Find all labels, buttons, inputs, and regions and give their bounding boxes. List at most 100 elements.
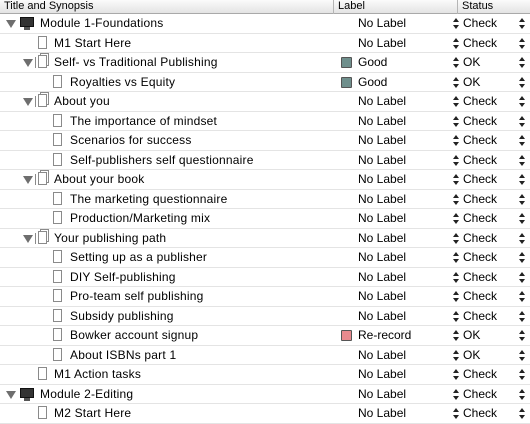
status-value[interactable]: Check <box>463 287 497 306</box>
label-value[interactable]: No Label <box>358 385 406 404</box>
label-updown-icon[interactable] <box>452 115 460 128</box>
column-header-label[interactable]: Label <box>334 0 458 14</box>
label-value[interactable]: No Label <box>358 34 406 53</box>
label-updown-icon[interactable] <box>452 290 460 303</box>
label-value[interactable]: Good <box>358 53 387 72</box>
status-value[interactable]: Check <box>463 92 497 111</box>
status-updown-icon[interactable] <box>518 134 526 147</box>
row-title[interactable]: Production/Marketing mix <box>70 209 210 228</box>
label-value[interactable]: No Label <box>358 209 406 228</box>
disclosure-triangle-icon[interactable] <box>23 98 33 106</box>
outline-row[interactable]: The marketing questionnaire No Label Check <box>0 190 530 209</box>
row-title[interactable]: About your book <box>54 170 144 189</box>
outline-row[interactable]: About your book No Label Check <box>0 170 530 190</box>
row-title[interactable]: M1 Start Here <box>54 34 131 53</box>
outline-row[interactable]: Scenarios for success No Label Check <box>0 131 530 151</box>
status-value[interactable]: Check <box>463 307 497 326</box>
status-value[interactable]: Check <box>463 151 497 170</box>
outline-row[interactable]: Setting up as a publisher No Label Check <box>0 248 530 268</box>
label-value[interactable]: No Label <box>358 92 406 111</box>
label-value[interactable]: Good <box>358 73 387 92</box>
row-title[interactable]: Royalties vs Equity <box>70 73 175 92</box>
status-updown-icon[interactable] <box>518 95 526 108</box>
status-value[interactable]: Check <box>463 112 497 131</box>
outline-row[interactable]: About ISBNs part 1 No Label OK <box>0 346 530 365</box>
outline-row[interactable]: Subsidy publishing No Label Check <box>0 307 530 326</box>
label-updown-icon[interactable] <box>452 310 460 323</box>
status-value[interactable]: Check <box>463 170 497 189</box>
status-updown-icon[interactable] <box>518 76 526 89</box>
status-value[interactable]: Check <box>463 268 497 287</box>
outline-row[interactable]: Self-publishers self questionnaire No Lab… <box>0 151 530 170</box>
status-updown-icon[interactable] <box>518 388 526 401</box>
label-updown-icon[interactable] <box>452 173 460 186</box>
label-updown-icon[interactable] <box>452 154 460 167</box>
label-value[interactable]: No Label <box>358 268 406 287</box>
outline-row[interactable]: M2 Start Here No Label Check <box>0 404 530 424</box>
status-updown-icon[interactable] <box>518 290 526 303</box>
label-value[interactable]: No Label <box>358 14 406 33</box>
status-value[interactable]: Check <box>463 229 497 248</box>
status-updown-icon[interactable] <box>518 349 526 362</box>
label-updown-icon[interactable] <box>452 232 460 245</box>
label-value[interactable]: No Label <box>358 248 406 267</box>
label-updown-icon[interactable] <box>452 76 460 89</box>
outline-row[interactable]: About you No Label Check <box>0 92 530 112</box>
status-updown-icon[interactable] <box>518 56 526 69</box>
status-value[interactable]: OK <box>463 346 480 365</box>
status-updown-icon[interactable] <box>518 251 526 264</box>
status-value[interactable]: OK <box>463 73 480 92</box>
status-value[interactable]: Check <box>463 14 497 33</box>
label-updown-icon[interactable] <box>452 56 460 69</box>
row-title[interactable]: Your publishing path <box>54 229 166 248</box>
row-title[interactable]: Subsidy publishing <box>70 307 174 326</box>
label-updown-icon[interactable] <box>452 37 460 50</box>
label-updown-icon[interactable] <box>452 251 460 264</box>
label-updown-icon[interactable] <box>452 407 460 420</box>
status-updown-icon[interactable] <box>518 37 526 50</box>
outline-row[interactable]: The importance of mindset No Label Check <box>0 112 530 131</box>
row-title[interactable]: DIY Self-publishing <box>70 268 176 287</box>
row-title[interactable]: Setting up as a publisher <box>70 248 207 267</box>
label-value[interactable]: No Label <box>358 112 406 131</box>
label-updown-icon[interactable] <box>452 368 460 381</box>
label-value[interactable]: Re-record <box>358 326 411 345</box>
status-value[interactable]: Check <box>463 385 497 404</box>
status-updown-icon[interactable] <box>518 271 526 284</box>
label-value[interactable]: No Label <box>358 365 406 384</box>
status-value[interactable]: Check <box>463 209 497 228</box>
status-value[interactable]: Check <box>463 190 497 209</box>
status-updown-icon[interactable] <box>518 310 526 323</box>
status-updown-icon[interactable] <box>518 232 526 245</box>
label-value[interactable]: No Label <box>358 190 406 209</box>
outline-row[interactable]: Pro-team self publishing No Label Check <box>0 287 530 307</box>
row-title[interactable]: Bowker account signup <box>70 326 198 345</box>
status-updown-icon[interactable] <box>518 17 526 30</box>
row-title[interactable]: About ISBNs part 1 <box>70 346 176 365</box>
label-value[interactable]: No Label <box>358 131 406 150</box>
outline-row[interactable]: Your publishing path No Label Check <box>0 229 530 248</box>
disclosure-triangle-icon[interactable] <box>6 390 16 399</box>
row-title[interactable]: Scenarios for success <box>70 131 192 150</box>
column-header-title[interactable]: Title and Synopsis <box>0 0 334 14</box>
status-value[interactable]: Check <box>463 248 497 267</box>
status-updown-icon[interactable] <box>518 193 526 206</box>
outline-row[interactable]: Self- vs Traditional Publishing Good OK <box>0 53 530 73</box>
row-title[interactable]: M2 Start Here <box>54 404 131 423</box>
status-updown-icon[interactable] <box>518 407 526 420</box>
row-title[interactable]: The importance of mindset <box>70 112 217 131</box>
label-updown-icon[interactable] <box>452 193 460 206</box>
outline-row[interactable]: Production/Marketing mix No Label Check <box>0 209 530 229</box>
label-updown-icon[interactable] <box>452 329 460 342</box>
outline-row[interactable]: Module 2-Editing No Label Check <box>0 385 530 404</box>
label-updown-icon[interactable] <box>452 17 460 30</box>
row-title[interactable]: The marketing questionnaire <box>70 190 228 209</box>
row-title[interactable]: Pro-team self publishing <box>70 287 204 306</box>
label-updown-icon[interactable] <box>452 95 460 108</box>
status-value[interactable]: OK <box>463 53 480 72</box>
status-updown-icon[interactable] <box>518 329 526 342</box>
outline-row[interactable]: M1 Start Here No Label Check <box>0 34 530 53</box>
column-header-status[interactable]: Status <box>458 0 530 14</box>
outline-row[interactable]: Bowker account signup Re-record OK <box>0 326 530 346</box>
outline-row[interactable]: DIY Self-publishing No Label Check <box>0 268 530 287</box>
